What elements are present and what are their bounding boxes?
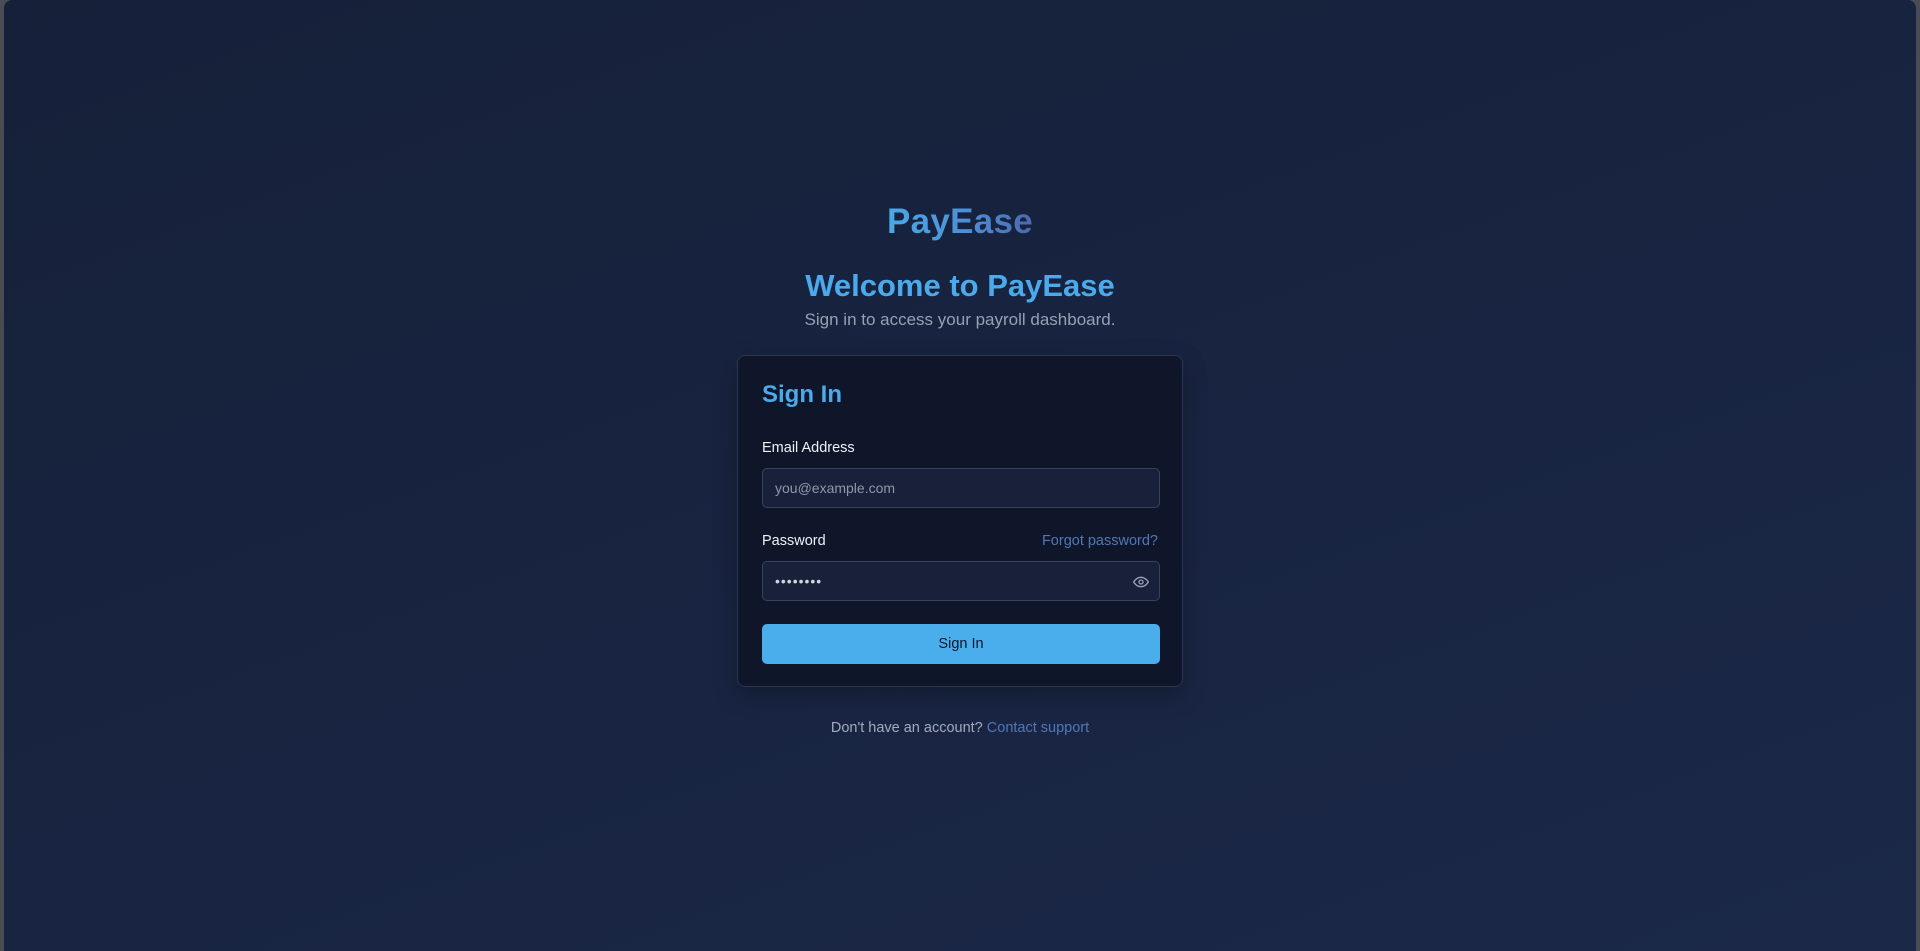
login-container: PayEase Welcome to PayEase Sign in to ac… <box>4 0 1916 737</box>
card-title: Sign In <box>762 381 842 408</box>
eye-icon[interactable] <box>1133 574 1149 590</box>
sign-in-button[interactable]: Sign In <box>762 624 1160 664</box>
signup-prompt-text: Don't have an account? <box>830 720 983 736</box>
contact-support-link[interactable]: Contact support <box>987 720 1089 736</box>
brand-logo: PayEase <box>886 202 1034 241</box>
email-field[interactable]: you@example.com <box>762 468 1160 508</box>
page-subtitle: Sign in to access your payroll dashboard… <box>804 310 1116 329</box>
email-label: Email Address <box>762 440 855 456</box>
email-placeholder: you@example.com <box>775 480 896 496</box>
page-title: Welcome to PayEase <box>805 268 1115 303</box>
sign-in-card: Sign In Email Address you@example.com Pa… <box>737 355 1183 687</box>
forgot-password-link[interactable]: Forgot password? <box>1042 532 1158 550</box>
app-viewport: PayEase Welcome to PayEase Sign in to ac… <box>4 0 1916 951</box>
password-value: •••••••• <box>775 573 823 589</box>
password-field[interactable]: •••••••• <box>762 561 1160 601</box>
signup-prompt: Don't have an account? Contact support <box>831 719 1089 737</box>
password-label: Password <box>762 533 826 549</box>
